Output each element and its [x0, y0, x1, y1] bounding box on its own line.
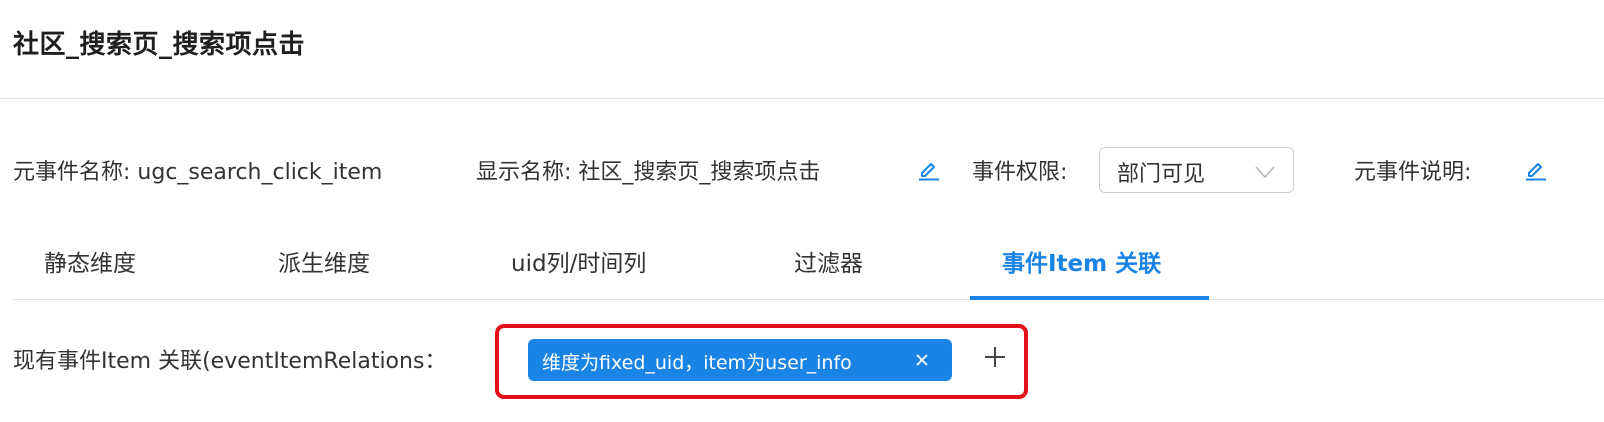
event-info-row: 元事件名称: ugc_search_click_item 显示名称: 社区_搜索…	[0, 144, 1604, 196]
tab-static-dimensions[interactable]: 静态维度	[44, 244, 136, 278]
tab-uid-time-columns[interactable]: uid列/时间列	[511, 244, 646, 278]
tab-derived-dimensions[interactable]: 派生维度	[278, 244, 370, 278]
meta-event-name: 元事件名称: ugc_search_click_item	[13, 160, 383, 185]
tab-event-item-relations[interactable]: 事件Item 关联	[1002, 244, 1161, 278]
tab-filters[interactable]: 过滤器	[794, 244, 863, 278]
description-label: 元事件说明:	[1354, 160, 1472, 185]
chevron-down-icon	[1254, 161, 1276, 179]
edit-icon[interactable]	[1523, 156, 1549, 182]
relations-label: 现有事件Item 关联(eventItemRelations：	[13, 349, 447, 374]
display-name: 显示名称: 社区_搜索页_搜索项点击	[476, 160, 821, 185]
plus-icon[interactable]	[980, 342, 1010, 372]
permission-value: 部门可见	[1117, 162, 1206, 187]
close-icon[interactable]	[914, 351, 930, 367]
relation-tag[interactable]: 维度为fixed_uid，item为user_info	[528, 339, 952, 381]
active-tab-indicator	[970, 296, 1209, 300]
permission-label: 事件权限:	[972, 160, 1068, 185]
edit-icon[interactable]	[916, 156, 942, 182]
relation-tag-text: 维度为fixed_uid，item为user_info	[542, 352, 852, 374]
tab-bar: 静态维度 派生维度 uid列/时间列 过滤器 事件Item 关联	[13, 224, 1604, 302]
page-title: 社区_搜索页_搜索项点击	[13, 30, 306, 60]
permission-select[interactable]: 部门可见	[1099, 147, 1294, 193]
tabs-divider	[13, 299, 1604, 300]
header-divider	[0, 98, 1604, 99]
